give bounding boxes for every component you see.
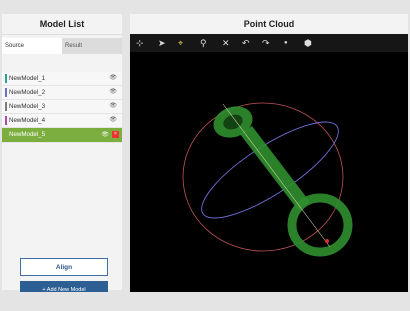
model-color-stripe xyxy=(5,88,7,97)
align-button[interactable]: Align xyxy=(20,258,108,276)
cube-icon[interactable]: ⬢ xyxy=(304,37,312,49)
model-color-stripe xyxy=(5,74,7,83)
tab-result[interactable]: Result xyxy=(62,38,122,54)
point-cloud-viewport[interactable] xyxy=(130,52,408,292)
model-color-stripe xyxy=(5,116,7,125)
point-cloud-panel: Point Cloud ⊹ ➤ ⌖ ⚲ ✕ ↶ ↷ ● ⬢ xyxy=(130,14,408,292)
visibility-eye-icon[interactable]: 👁 xyxy=(109,100,117,113)
model-name: NewModel_5 xyxy=(9,131,46,138)
visibility-eye-icon[interactable]: 👁 xyxy=(109,86,117,99)
marker-point xyxy=(325,239,329,243)
visibility-eye-icon[interactable]: 👁 xyxy=(109,72,117,85)
model-name: NewModel_1 xyxy=(9,75,46,82)
cloud-ring-end xyxy=(287,193,353,257)
list-item-newmodel-3[interactable]: NewModel_3 👁 xyxy=(2,100,122,114)
rotation-ring-red xyxy=(182,102,344,252)
dot-icon[interactable]: ● xyxy=(284,37,288,49)
select-icon[interactable]: ➤ xyxy=(158,37,166,49)
model-list-title: Model List xyxy=(2,14,122,35)
undo-icon[interactable]: ↶ xyxy=(242,37,250,49)
model-name: NewModel_4 xyxy=(9,117,46,124)
close-icon[interactable]: ✕ xyxy=(222,37,230,49)
pan-icon[interactable]: ⊹ xyxy=(136,37,144,49)
source-result-tabs: Source Result xyxy=(2,38,122,54)
model-list-panel: Model List Source Result NewModel_1 👁 Ne… xyxy=(2,14,122,299)
model-name: NewModel_3 xyxy=(9,103,46,110)
measure-icon[interactable]: ⚲ xyxy=(200,37,207,49)
list-item-newmodel-1[interactable]: NewModel_1 👁 xyxy=(2,72,122,86)
model-list: NewModel_1 👁 NewModel_2 👁 NewModel_3 👁 N… xyxy=(2,72,122,143)
list-item-newmodel-4[interactable]: NewModel_4 👁 xyxy=(2,114,122,128)
delete-icon[interactable]: × xyxy=(112,131,119,138)
model-color-stripe xyxy=(5,102,7,111)
point-cloud-title: Point Cloud xyxy=(130,14,408,34)
list-item-newmodel-2[interactable]: NewModel_2 👁 xyxy=(2,86,122,100)
tab-source[interactable]: Source xyxy=(2,38,62,54)
model-name: NewModel_2 xyxy=(9,89,46,96)
center-axis xyxy=(222,103,331,248)
viewer-toolbar: ⊹ ➤ ⌖ ⚲ ✕ ↶ ↷ ● ⬢ xyxy=(130,34,408,52)
redo-icon[interactable]: ↷ xyxy=(262,37,270,49)
list-item-newmodel-5[interactable]: NewModel_5 👁 × xyxy=(2,128,122,143)
visibility-eye-icon[interactable]: 👁 xyxy=(101,128,109,142)
point-pick-icon[interactable]: ⌖ xyxy=(178,37,183,49)
point-cloud-canvas xyxy=(182,102,353,257)
visibility-eye-icon[interactable]: 👁 xyxy=(109,114,117,127)
status-bar xyxy=(0,292,410,311)
